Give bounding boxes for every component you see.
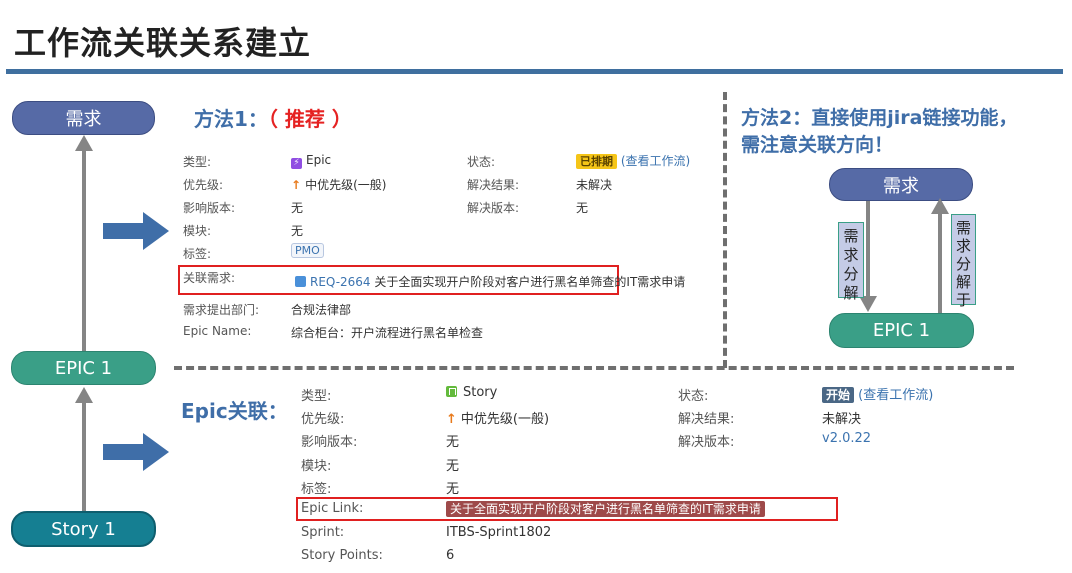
- story-label-fix-version: 解决版本:: [678, 435, 735, 450]
- box-char: 解: [843, 284, 859, 302]
- story-priority-text: 中优先级(一般): [460, 412, 550, 427]
- field-label-linked-req: 关联需求:: [183, 271, 236, 285]
- box-char: 分: [955, 255, 971, 273]
- story-label-component: 模块:: [301, 459, 332, 474]
- arrow-up-priority-icon: ↑: [446, 412, 457, 427]
- story-label-type: 类型:: [301, 389, 332, 404]
- epic-link-lozenge[interactable]: 关于全面实现开户阶段对客户进行黑名单筛查的IT需求申请: [446, 501, 765, 517]
- field-label-affects-version: 影响版本:: [183, 201, 236, 215]
- label-box-decomposed-into: 需 求 分 解 于: [951, 214, 976, 309]
- story-label-labels: 标签:: [301, 482, 332, 497]
- method2-node-requirement[interactable]: 需求: [829, 168, 973, 201]
- method2-heading-line2: 需注意关联方向！: [741, 134, 894, 156]
- requirement-icon: [295, 276, 306, 287]
- field-value-component: 无: [291, 224, 304, 238]
- epic-link-heading: Epic关联：: [181, 399, 288, 423]
- story-value-type: Story: [446, 385, 497, 400]
- field-value-priority: ↑ 中优先级(一般): [291, 176, 386, 193]
- story-label-affects-version: 影响版本:: [301, 435, 358, 450]
- field-value-affects-version: 无: [291, 201, 304, 215]
- method2-heading-line1: 方法2：直接使用jira链接功能，: [741, 107, 1018, 129]
- field-value-labels: PMO: [291, 243, 324, 258]
- page-title: 工作流关联关系建立: [14, 24, 312, 62]
- label-tag-pmo[interactable]: PMO: [291, 243, 324, 258]
- req-summary: 关于全面实现开户阶段对客户进行黑名单筛查的IT需求申请: [374, 275, 686, 289]
- bookmark-icon: [446, 386, 457, 397]
- story-label-resolution: 解决结果:: [678, 412, 735, 427]
- story-value-affects-version: 无: [446, 435, 460, 450]
- story-value-status: 开始 (查看工作流): [822, 384, 933, 403]
- field-value-epic-name: 综合柜台：开户流程进行黑名单检查: [291, 326, 484, 340]
- field-label-dept: 需求提出部门:: [183, 303, 260, 317]
- story-type-text: Story: [463, 385, 498, 400]
- box-char: 于: [955, 291, 971, 309]
- pointer-arrow-shaft: [103, 223, 143, 239]
- title-divider: [6, 69, 1063, 74]
- story-value-story-points: 6: [446, 548, 455, 563]
- pointer-arrow-icon: [143, 433, 169, 471]
- field-label-priority: 优先级:: [183, 178, 224, 192]
- field-label-epic-name: Epic Name:: [183, 324, 252, 338]
- node-story1[interactable]: Story 1: [11, 511, 156, 547]
- method2-node-epic1[interactable]: EPIC 1: [829, 313, 974, 348]
- story-value-fix-version[interactable]: v2.0.22: [822, 431, 871, 446]
- field-value-dept: 合规法律部: [291, 303, 352, 317]
- connector-line: [82, 402, 86, 511]
- field-label-fix-version: 解决版本:: [467, 201, 520, 215]
- story-value-priority: ↑ 中优先级(一般): [446, 408, 549, 427]
- box-char: 分: [843, 265, 859, 283]
- box-char: 需: [955, 219, 971, 237]
- arrow-up-priority-icon: ↑: [291, 178, 302, 192]
- field-value-resolution: 未解决: [576, 178, 613, 192]
- box-char: 求: [955, 237, 971, 255]
- method1-heading-text: 方法1：: [194, 107, 268, 131]
- field-label-labels: 标签:: [183, 247, 212, 261]
- priority-value-text: 中优先级(一般): [305, 178, 387, 192]
- separator-vertical: [723, 92, 727, 368]
- arrow-up-icon: [931, 198, 949, 214]
- story-label-status: 状态:: [678, 389, 709, 404]
- pointer-arrow-icon: [143, 212, 169, 250]
- field-value-type: ⚡ Epic: [291, 153, 331, 169]
- label-box-decomposition: 需 求 分 解: [838, 222, 864, 302]
- story-value-resolution: 未解决: [822, 412, 862, 427]
- story-value-sprint: ITBS-Sprint1802: [446, 525, 552, 540]
- arrow-up-icon: [75, 387, 93, 403]
- story-label-priority: 优先级:: [301, 412, 345, 427]
- field-value-status: 已排期 (查看工作流): [576, 152, 690, 169]
- field-value-linked-req: REQ-2664 关于全面实现开户阶段对客户进行黑名单筛查的IT需求申请: [295, 273, 685, 290]
- down-arrow-line: [866, 201, 870, 297]
- connector-line: [82, 150, 86, 351]
- box-char: 需: [843, 227, 859, 245]
- box-char: 解: [955, 273, 971, 291]
- field-value-fix-version: 无: [576, 201, 589, 215]
- arrow-up-icon: [75, 135, 93, 151]
- status-badge: 开始: [822, 387, 855, 403]
- method1-recommend: （ 推荐 ）: [267, 107, 352, 131]
- view-workflow-link[interactable]: (查看工作流): [858, 388, 933, 403]
- story-value-component: 无: [446, 459, 460, 474]
- node-requirement[interactable]: 需求: [12, 101, 155, 135]
- type-value-text: Epic: [306, 153, 332, 167]
- story-value-labels: 无: [446, 482, 460, 497]
- box-char: 求: [843, 246, 859, 264]
- status-badge: 已排期: [576, 154, 617, 169]
- story-label-story-points: Story Points:: [301, 548, 383, 563]
- req-key-link[interactable]: REQ-2664: [310, 275, 371, 289]
- story-label-sprint: Sprint:: [301, 525, 345, 540]
- field-label-type: 类型:: [183, 155, 212, 169]
- node-epic1[interactable]: EPIC 1: [11, 351, 156, 385]
- view-workflow-link[interactable]: (查看工作流): [621, 154, 690, 168]
- pointer-arrow-shaft: [103, 444, 143, 460]
- story-value-epic-link: 关于全面实现开户阶段对客户进行黑名单筛查的IT需求申请: [446, 500, 765, 517]
- separator-horizontal: [174, 366, 1014, 370]
- field-label-resolution: 解决结果:: [467, 178, 520, 192]
- field-label-component: 模块:: [183, 224, 212, 238]
- method1-heading: 方法1：（ 推荐 ）: [194, 103, 352, 132]
- field-label-status: 状态:: [467, 155, 496, 169]
- up-arrow-line: [938, 213, 942, 313]
- lightning-icon: ⚡: [291, 158, 302, 169]
- story-label-epic-link: Epic Link:: [301, 501, 364, 516]
